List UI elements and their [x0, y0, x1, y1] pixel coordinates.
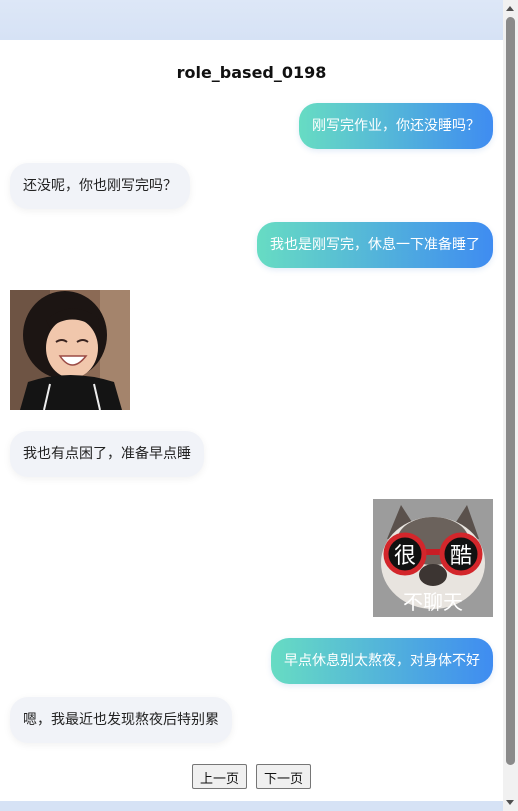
message-bubble-right: 早点休息别太熬夜，对身体不好	[271, 638, 493, 684]
sticker-text-bottom: 不聊天	[403, 590, 463, 614]
cool-cat-sticker: 很 酷 不聊天	[373, 499, 493, 617]
next-page-button[interactable]: 下一页	[256, 764, 312, 789]
sticker-text-right: 酷	[450, 544, 472, 569]
pagination: 上一页 下一页	[0, 764, 503, 789]
sticker-text-left: 很	[394, 544, 416, 569]
scroll-down-arrow-icon[interactable]	[506, 800, 514, 805]
laughing-girl-sticker	[10, 290, 130, 410]
chat-page: role_based_0198 刚写完作业，你还没睡吗？ 还没呢，你也刚写完吗？…	[0, 40, 503, 801]
message-bubble-left: 我也有点困了，准备早点睡	[10, 431, 204, 477]
footer-band	[0, 801, 503, 811]
scroll-up-arrow-icon[interactable]	[506, 6, 514, 11]
message-bubble-left: 嗯，我最近也发现熬夜后特别累	[10, 697, 232, 743]
scrollbar-thumb[interactable]	[506, 17, 515, 765]
vertical-scrollbar[interactable]	[503, 0, 518, 811]
message-bubble-right: 我也是刚写完，休息一下准备睡了	[257, 222, 493, 268]
header-band	[0, 0, 503, 40]
message-bubble-left: 还没呢，你也刚写完吗？	[10, 163, 190, 209]
message-bubble-right: 刚写完作业，你还没睡吗？	[299, 103, 493, 149]
chat-title: role_based_0198	[176, 63, 327, 82]
prev-page-button[interactable]: 上一页	[191, 764, 247, 789]
